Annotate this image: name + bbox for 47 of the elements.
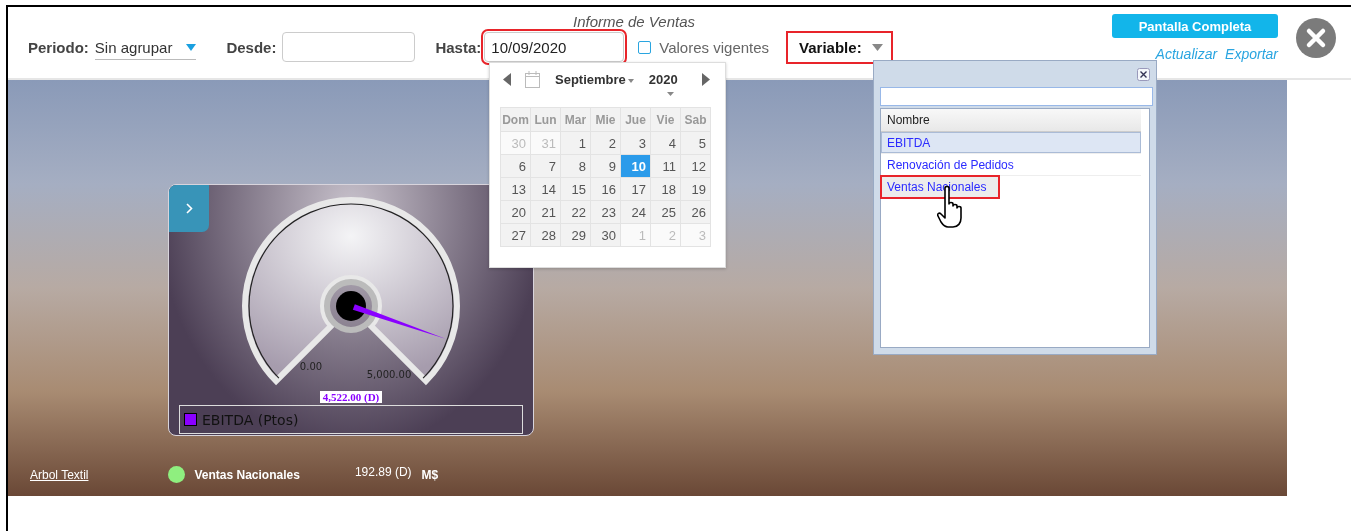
caret-icon[interactable] — [667, 92, 674, 96]
calendar-icon[interactable] — [525, 71, 540, 88]
weekday-header: Jue — [620, 107, 651, 132]
next-month-icon[interactable] — [701, 73, 710, 86]
variable-dropdown[interactable]: Variable: — [788, 32, 891, 62]
period-label: Periodo: — [28, 38, 89, 56]
to-label: Hasta: — [435, 38, 482, 56]
column-header[interactable]: Nombre — [881, 109, 1141, 132]
day-cell[interactable]: 13 — [500, 177, 531, 201]
month-dropdown[interactable]: Septiembre — [555, 72, 634, 87]
weekday-header: Mie — [590, 107, 621, 132]
list-item[interactable]: Ventas Nacionales — [881, 176, 999, 198]
gauge-hub-ring — [324, 279, 378, 333]
report-title: Informe de Ventas — [573, 13, 696, 30]
dropdown-arrow-icon — [186, 43, 197, 51]
checkbox-label: Valores vigentes — [659, 38, 770, 56]
indicator-unit: M$ — [421, 467, 439, 482]
list-item[interactable]: EBITDA — [881, 132, 1141, 154]
gauge-hub — [336, 291, 366, 321]
from-label: Desde: — [226, 38, 277, 56]
weekday-header: Lun — [530, 107, 561, 132]
day-cell[interactable]: 27 — [500, 223, 531, 247]
chevron-right-icon — [185, 203, 193, 214]
weekday-header: Mar — [560, 107, 591, 132]
tree-link[interactable]: Arbol Textil — [30, 467, 89, 482]
gauge-max-label: 5,000.00 — [366, 369, 412, 380]
legend-swatch — [184, 413, 197, 426]
search-field[interactable] — [880, 87, 1153, 106]
dropdown-arrow-icon — [871, 43, 883, 51]
indicator-name: Ventas Nacionales — [194, 467, 300, 482]
gauge-reading: 4,522.00 (D) — [319, 391, 383, 403]
previous-month-icon[interactable] — [503, 73, 511, 86]
close-icon[interactable] — [1137, 67, 1150, 81]
period-select[interactable]: Sin agrupar — [94, 34, 197, 60]
legend-label: EBITDA (Ptos) — [202, 411, 299, 428]
checkbox[interactable] — [638, 40, 652, 54]
year-dropdown[interactable]: 2020 — [648, 72, 678, 87]
indicator-value: 192.89 (D) — [354, 464, 412, 479]
gauge-min-label: 0.00 — [299, 361, 323, 372]
day-cell[interactable]: 6 — [500, 154, 531, 178]
from-date-field[interactable] — [282, 32, 416, 62]
to-date-field[interactable]: 10/09/2020 — [484, 32, 625, 62]
weekday-header: Vie — [650, 107, 681, 132]
weekday-header: Sab — [680, 107, 711, 132]
caret-icon — [627, 78, 634, 83]
day-cell[interactable]: 20 — [500, 200, 531, 224]
weekday-header: Dom — [500, 107, 531, 132]
